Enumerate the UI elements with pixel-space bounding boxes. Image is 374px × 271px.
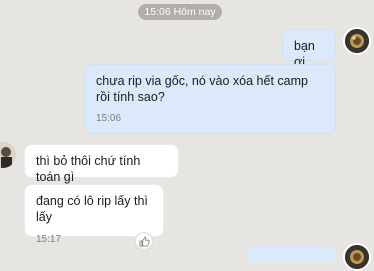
- reaction-button[interactable]: [135, 232, 153, 250]
- self-avatar[interactable]: [343, 27, 371, 55]
- message-timestamp: 15:06: [96, 113, 122, 124]
- message-bubble-outgoing[interactable]: bạn ơi: [282, 29, 336, 69]
- avatar-image: [345, 29, 369, 53]
- message-text: chưa rip via gốc, nó vào xóa hết camp rồ…: [96, 74, 308, 104]
- avatar-image: [0, 142, 16, 168]
- message-text: đang có lô rip lấy thì lấy: [36, 194, 148, 224]
- message-bubble-incoming[interactable]: thì bỏ thôi chứ tính toán gì: [24, 144, 179, 184]
- avatar-image: [345, 245, 369, 269]
- message-bubble-outgoing-partial[interactable]: [246, 245, 336, 261]
- date-divider: 15:06 Hôm nay: [138, 4, 222, 20]
- self-avatar[interactable]: [343, 243, 371, 271]
- message-bubble-outgoing[interactable]: chưa rip via gốc, nó vào xóa hết camp rồ…: [84, 64, 336, 134]
- message-text: thì bỏ thôi chứ tính toán gì: [36, 154, 141, 184]
- thumbs-up-icon: [139, 236, 150, 246]
- contact-avatar[interactable]: [0, 142, 16, 168]
- message-bubble-incoming[interactable]: đang có lô rip lấy thì lấy 15:17: [24, 184, 164, 245]
